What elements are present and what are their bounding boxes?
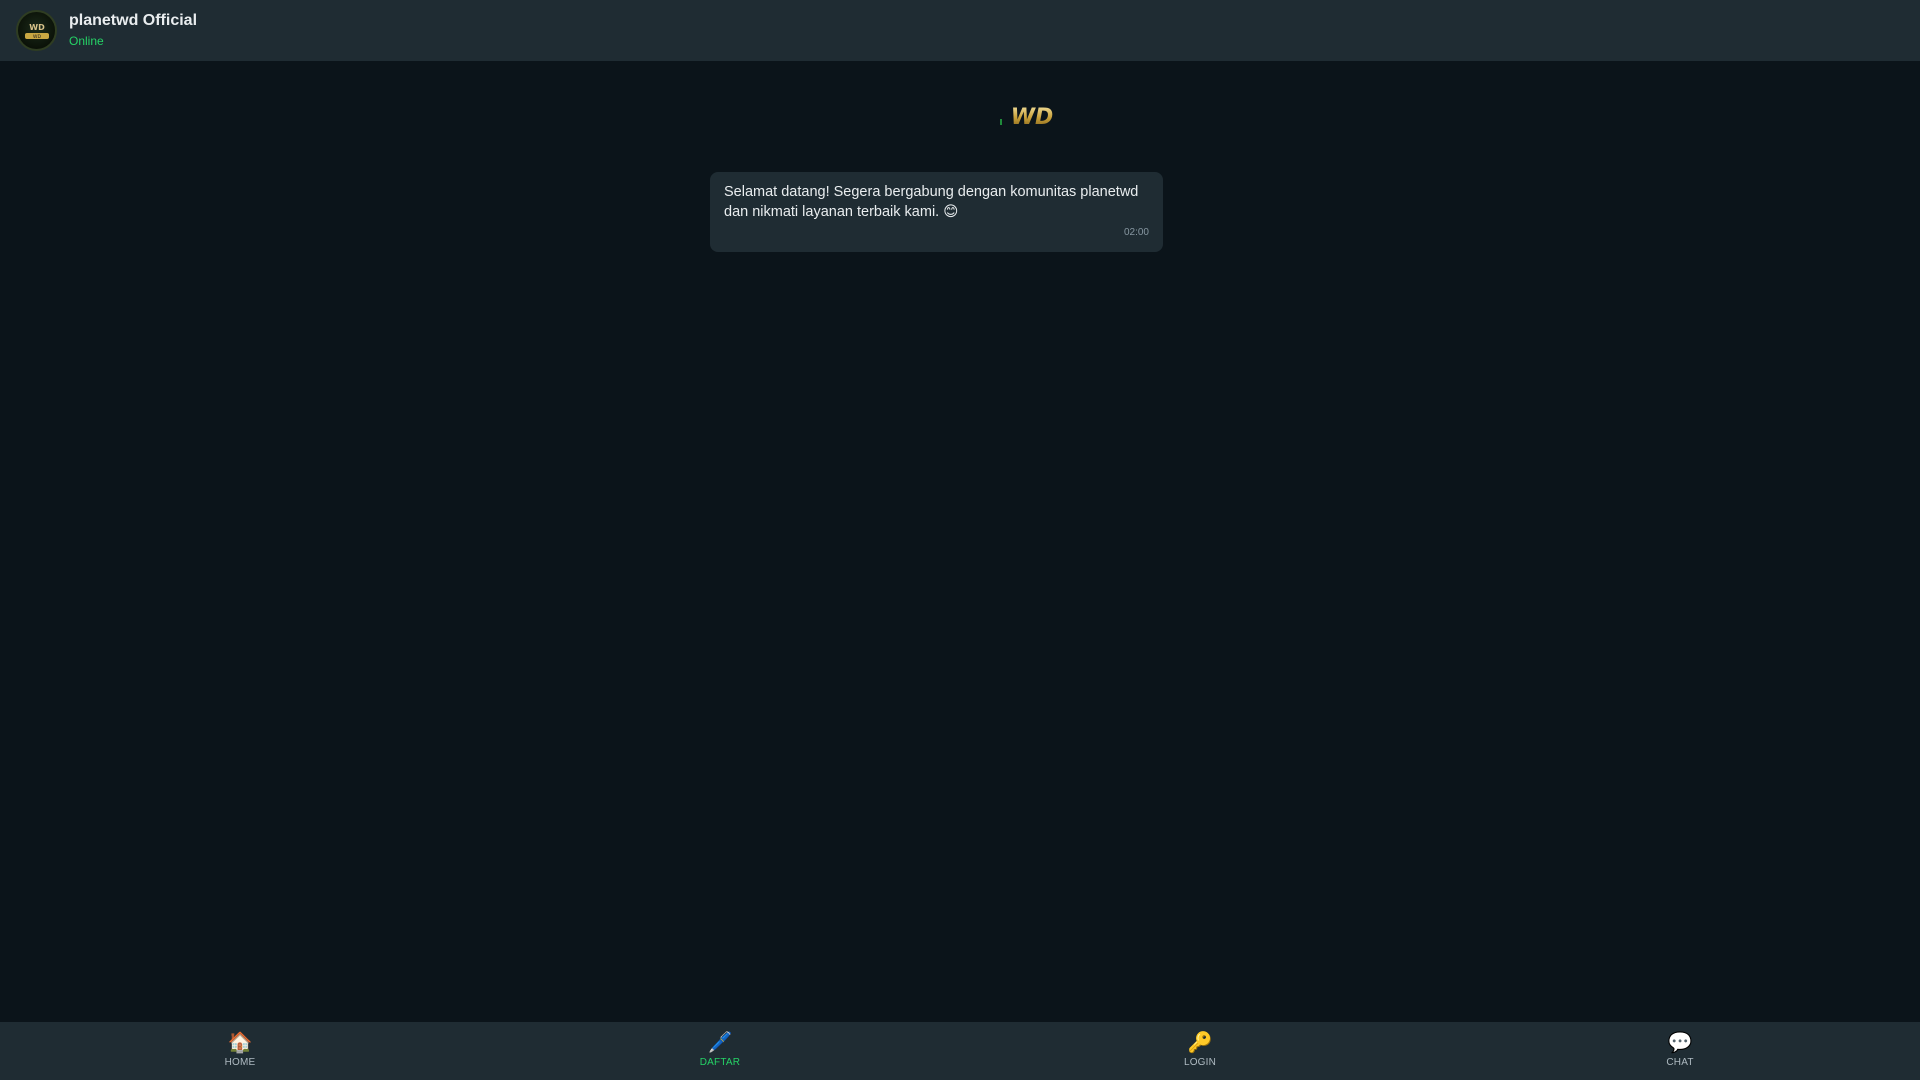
- wd-gold-logo-icon: WD: [998, 97, 1062, 133]
- nav-label-login: LOGIN: [1183, 1057, 1217, 1068]
- message-text: Selamat datang! Segera bergabung dengan …: [724, 184, 1143, 220]
- nav-item-home[interactable]: 🏠 HOME: [180, 1022, 300, 1080]
- bottom-nav: 🏠 HOME 🖊️ DAFTAR 🔑 LOGIN 💬 CHAT: [0, 1022, 1920, 1080]
- nav-label-home: HOME: [224, 1057, 256, 1068]
- contact-status: Online: [69, 34, 104, 48]
- nav-label-chat: CHAT: [1666, 1057, 1694, 1068]
- home-icon: 🏠: [227, 1032, 253, 1054]
- key-icon: 🔑: [1187, 1032, 1213, 1054]
- svg-text:WD: WD: [1011, 105, 1054, 130]
- nav-label-daftar: DAFTAR: [699, 1057, 741, 1068]
- svg-text:WD: WD: [33, 34, 41, 40]
- contact-name: planetwd Official: [69, 12, 198, 29]
- pen-icon: 🖊️: [707, 1032, 733, 1054]
- chat-area: WD Selamat datang! Segera bergabung deng…: [0, 61, 1920, 1022]
- contact-info[interactable]: planetwd Official Online: [69, 11, 197, 50]
- nav-item-login[interactable]: 🔑 LOGIN: [1140, 1022, 1260, 1080]
- svg-text:WD: WD: [29, 23, 45, 32]
- chat-bubble-icon: 💬: [1667, 1032, 1693, 1054]
- planetwd-logo-icon[interactable]: WD WD: [16, 10, 57, 51]
- message-bubble[interactable]: Selamat datang! Segera bergabung dengan …: [710, 172, 1163, 252]
- nav-item-chat[interactable]: 💬 CHAT: [1620, 1022, 1740, 1080]
- message-time: 02:00: [1123, 227, 1149, 238]
- chat-header: WD WD planetwd Official Online: [0, 0, 1920, 61]
- nav-item-daftar[interactable]: 🖊️ DAFTAR: [660, 1022, 780, 1080]
